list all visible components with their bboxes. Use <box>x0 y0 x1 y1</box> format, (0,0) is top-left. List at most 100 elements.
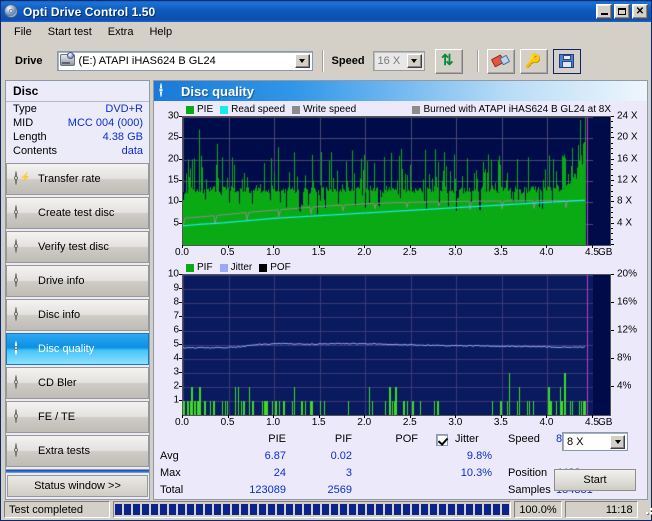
sidebar-item-verify-test-disc[interactable]: Verify test disc <box>6 231 149 263</box>
burn-annotation: Burned with ATAPI iHAS624 B GL24 at 8X <box>412 104 645 115</box>
quality-chart-bottom: PIF Jitter POF 10 9 8 7 6 5 4 3 2 1 20% … <box>156 261 645 431</box>
axis-minor-tick <box>611 212 613 213</box>
axis-tick-label: 3.5 <box>493 247 508 258</box>
disc-row-mid: MID MCC 004 (000) <box>6 116 149 130</box>
plot-canvas-bottom <box>182 274 611 416</box>
menu-help[interactable]: Help <box>141 24 180 40</box>
sidebar-item-label: Verify test disc <box>38 241 109 253</box>
minimize-button[interactable] <box>596 4 612 19</box>
disc-icon <box>15 409 30 424</box>
legend-label: Jitter <box>230 262 253 273</box>
toolbar: Drive (E:) ATAPI iHAS624 B GL24 Speed 16… <box>1 42 651 80</box>
legend-label: PIE <box>197 104 214 115</box>
erase-button[interactable] <box>486 48 515 74</box>
legend-label: PIF <box>197 262 213 273</box>
sidebar-item-label: Extra tests <box>38 445 90 457</box>
disc-type-value: DVD+R <box>105 103 143 115</box>
axis-tick <box>364 415 366 418</box>
legend-swatch <box>219 263 228 272</box>
axis-tick-label: 4.0 <box>539 247 554 258</box>
axis-tick-label: 4.5 <box>585 247 599 258</box>
start-button[interactable]: Start <box>554 469 636 491</box>
axis-tick-label: 1.0 <box>266 247 281 258</box>
status-window-button[interactable]: Status window >> <box>7 475 148 497</box>
save-button[interactable] <box>552 48 581 74</box>
menu-extra[interactable]: Extra <box>100 24 142 40</box>
sidebar-item-label: Drive info <box>38 275 85 287</box>
menu-start-test[interactable]: Start test <box>40 24 100 40</box>
axis-minor-tick <box>611 142 613 144</box>
axis-minor-tick <box>611 201 614 203</box>
stats-header-pie: PIE <box>268 433 286 445</box>
stats-pie-total: 123089 <box>249 484 286 496</box>
axis-minor-tick <box>611 158 614 160</box>
axis-tick-label: 2.0 <box>357 417 372 428</box>
key-icon <box>525 54 542 68</box>
axis-tick-label: 20 <box>167 153 179 165</box>
sidebar-item-cd-bler[interactable]: CD Bler <box>6 367 149 399</box>
sidebar-item-label: Transfer rate <box>38 173 101 185</box>
menu-file[interactable]: File <box>6 24 40 40</box>
test-speed-select[interactable]: 8 X <box>562 432 628 451</box>
eraser-icon <box>490 52 510 71</box>
sidebar-item-extra-tests[interactable]: Extra tests <box>6 435 149 467</box>
close-button[interactable]: ✕ <box>632 4 648 19</box>
stats-row-label-avg: Avg <box>160 450 179 462</box>
axis-tick <box>611 358 614 359</box>
plot-row-top: 30 25 20 15 10 5 24 X 20 X 16 X 12 X8 X4 X <box>156 111 645 246</box>
disc-icon <box>15 341 30 356</box>
toolbar-divider-1 <box>321 50 323 72</box>
axis-tick-label: 0.5 <box>220 417 235 428</box>
maximize-button[interactable] <box>614 4 630 19</box>
sidebar-item-transfer-rate[interactable]: ⚡ Transfer rate <box>6 163 149 195</box>
test-speed-value: 8 X <box>567 435 584 448</box>
legend-item-pie: PIE <box>186 104 213 115</box>
sidebar-item-disc-quality[interactable]: Disc quality <box>6 333 149 365</box>
axis-tick-label: 8 X <box>617 195 633 207</box>
axis-tick <box>227 415 229 418</box>
axis-minor-tick <box>611 169 613 171</box>
plot-row-bottom: 10 9 8 7 6 5 4 3 2 1 20% 16% 12% 8% 4% <box>156 269 645 416</box>
annotation-swatch <box>412 105 421 114</box>
axis-tick <box>318 245 320 248</box>
axis-tick-label: 25 <box>167 131 179 143</box>
sidebar-item-create-test-disc[interactable]: Create test disc <box>6 197 149 229</box>
axis-tick-label: 3.5 <box>493 417 508 428</box>
axis-tick <box>592 415 593 418</box>
speed-select[interactable]: 16 X <box>372 51 425 71</box>
key-button[interactable] <box>519 48 548 74</box>
refresh-button[interactable] <box>434 48 463 74</box>
stats-jitter-max: 10.3% <box>460 467 492 479</box>
legend-swatch <box>259 263 268 272</box>
axis-tick-label: 16% <box>617 296 638 308</box>
disc-row-contents: Contents data <box>6 144 149 160</box>
disc-mid-label: MID <box>13 117 34 129</box>
test-speed-chevron-down-icon[interactable] <box>610 435 625 449</box>
axis-tick <box>546 245 548 248</box>
jitter-checkbox[interactable] <box>436 434 448 446</box>
speed-chevron-down-icon[interactable] <box>406 54 422 68</box>
stats-samples-label: Samples <box>508 484 551 496</box>
axis-tick-label: 12% <box>617 324 638 336</box>
axis-tick-label: 0.5 <box>220 247 235 258</box>
main-body: Disc Type DVD+R MID MCC 004 (000) Length… <box>1 80 651 500</box>
chevron-down-icon[interactable] <box>294 54 310 68</box>
stats-panel: PIE PIF POF Jitter Avg Max Total 6.87 24… <box>156 431 645 505</box>
sidebar-item-disc-info[interactable]: Disc info <box>6 299 149 331</box>
window-controls: ✕ <box>596 4 649 19</box>
axis-minor-tick <box>611 217 613 219</box>
axis-minor-tick <box>611 126 613 128</box>
axis-tick-label: 8% <box>617 352 632 364</box>
axis-unit-label: GB <box>598 417 613 428</box>
axis-tick-label: 30 <box>167 110 179 122</box>
legend-item-pof: POF <box>259 262 291 273</box>
drive-select[interactable]: (E:) ATAPI iHAS624 B GL24 <box>56 51 313 71</box>
sidebar-item-drive-info[interactable]: Drive info <box>6 265 149 297</box>
axis-minor-tick <box>611 238 613 240</box>
speed-label: Speed <box>331 55 365 67</box>
legend-swatch <box>220 105 229 114</box>
stats-pif-total: 2569 <box>327 484 352 496</box>
x-axis-bottom: 0.0 0.5 1.0 1.5 2.0 2.5 3.0 3.5 4.0 4.5 GB <box>175 415 613 431</box>
sidebar-item-fe-te[interactable]: FE / TE <box>6 401 149 433</box>
resize-grip-icon[interactable] <box>642 504 652 516</box>
